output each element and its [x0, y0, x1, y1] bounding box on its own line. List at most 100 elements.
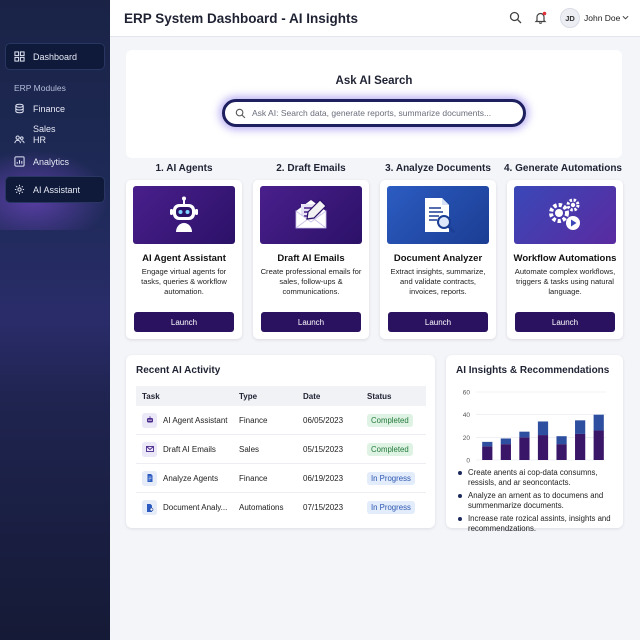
tool-name: AI Agent Assistant	[142, 253, 226, 264]
chart-bar-segment	[519, 431, 530, 438]
sidebar-item-label: Finance	[33, 103, 66, 114]
table-row[interactable]: Document Analy... Automations 07/15/2023…	[136, 493, 426, 522]
search-box[interactable]	[222, 99, 526, 127]
task-name: Document Analy...	[163, 503, 228, 512]
grid-icon	[14, 51, 25, 62]
activity-title: Recent AI Activity	[136, 365, 221, 376]
tool-card-agent-assistant: AI Agent Assistant Engage virtual agents…	[126, 180, 242, 339]
status-badge: Completed	[367, 413, 413, 427]
task-name: Analyze Agents	[163, 473, 219, 483]
y-tick-label: 60	[463, 390, 471, 397]
sidebar-item-label-sales: Sales	[33, 124, 56, 134]
tool-image	[260, 186, 362, 244]
recent-activity-card: Recent AI Activity Task Type Date Status…	[126, 355, 435, 528]
y-tick-label: 20	[463, 435, 471, 442]
chart-bar-segment	[482, 441, 493, 447]
launch-workflow-automations-button[interactable]: Launch	[515, 312, 615, 332]
document-search-icon	[425, 198, 455, 233]
finance-icon	[15, 103, 24, 114]
chart-bar-segment	[500, 438, 511, 445]
email-icon	[295, 199, 327, 229]
sidebar-item-label: Dashboard	[33, 51, 78, 62]
robot-icon	[170, 196, 198, 232]
column-header-date: Date	[303, 391, 321, 401]
search-title: Ask AI Search	[335, 75, 413, 87]
status-badge: Completed	[367, 442, 413, 456]
task-name: AI Agent Assistant	[163, 415, 228, 425]
tool-description: Automate complex workflows, triggers & t…	[514, 267, 616, 296]
analytics-icon	[14, 156, 25, 167]
chevron-down-icon[interactable]	[622, 14, 629, 21]
launch-document-analyzer-button[interactable]: Launch	[388, 312, 488, 332]
sidebar-item-ai-assistant[interactable]: AI Assistant	[5, 176, 105, 203]
chart-bar-segment	[593, 430, 604, 460]
sidebar-section-label: ERP Modules	[14, 83, 66, 93]
sidebar-item-sales-hr[interactable]: Sales HR	[14, 124, 56, 146]
chart-bar-segment	[537, 435, 549, 460]
table-row[interactable]: AI Agent Assistant Finance 06/05/2023 Co…	[136, 406, 426, 435]
main-content: Ask AI Search 1. AI Agents 2. Draft Emai…	[110, 37, 640, 640]
tool-name: Document Analyzer	[393, 253, 483, 264]
sidebar-item-finance[interactable]: Finance	[14, 103, 65, 114]
task-date: 06/19/2023	[303, 473, 344, 483]
table-row[interactable]: Draft AI Emails Sales 05/15/2023 Complet…	[136, 435, 426, 464]
page-title: ERP System Dashboard - AI Insights	[124, 11, 359, 26]
column-header-type: Type	[239, 391, 258, 401]
sidebar-item-dashboard[interactable]: Dashboard	[5, 43, 105, 70]
list-item: Analyze an arnent as to documens and sum…	[457, 491, 617, 510]
tool-name: Workflow Automations	[513, 253, 617, 264]
column-header-status: Status	[367, 391, 392, 401]
chart-bar-segment	[593, 414, 604, 431]
people-icon	[14, 135, 25, 143]
task-date: 07/15/2023	[303, 503, 344, 512]
task-type: Finance	[239, 415, 268, 425]
sidebar-item-label: AI Assistant	[33, 184, 81, 195]
chart-bar-segment	[575, 433, 586, 460]
y-tick-label: 40	[463, 412, 471, 419]
launch-draft-emails-button[interactable]: Launch	[261, 312, 361, 332]
search-icon	[235, 108, 246, 118]
ask-ai-search-card: Ask AI Search	[126, 50, 622, 158]
status-badge: In Progress	[367, 501, 415, 514]
table-row[interactable]: Analyze Agents Finance 06/19/2023 In Pro…	[136, 464, 426, 493]
bell-icon[interactable]	[534, 11, 547, 24]
chart-bar-segment	[556, 444, 567, 460]
tool-description: Engage virtual agents for tasks, queries…	[141, 267, 227, 296]
insights-title: AI Insights & Recommendations	[456, 365, 610, 376]
launch-agent-assistant-button[interactable]: Launch	[134, 312, 234, 332]
sidebar-item-label-hr: HR	[33, 135, 46, 145]
tool-description: Create professional emails for sales, fo…	[260, 267, 362, 296]
search-icon[interactable]	[509, 11, 522, 24]
task-type: Finance	[239, 473, 268, 483]
chart-bar-segment	[537, 421, 549, 436]
task-type: Automations	[239, 503, 284, 512]
activity-table: Task Type Date Status AI Agent Assistant…	[136, 386, 426, 522]
step-title-agents: 1. AI Agents	[155, 163, 213, 174]
avatar[interactable]: JD	[560, 8, 580, 28]
user-name[interactable]: John Doe	[584, 13, 620, 23]
tool-image	[514, 186, 616, 244]
list-item: Increase rate rozical assints, insights …	[457, 514, 617, 533]
gear-icon	[14, 184, 25, 195]
ai-insights-card: AI Insights & Recommendations 0 20 40 60 Cr…	[446, 355, 623, 533]
sidebar: Dashboard ERP Modules Finance Sales HR A…	[0, 0, 110, 640]
tool-name: Draft AI Emails	[277, 253, 345, 264]
sidebar-item-analytics[interactable]: Analytics	[14, 156, 69, 167]
column-header-task: Task	[142, 391, 160, 401]
email-icon	[142, 441, 157, 457]
gears-play-icon	[549, 198, 580, 230]
tool-card-draft-emails: Draft AI Emails Create professional emai…	[253, 180, 369, 339]
tool-image	[387, 186, 489, 244]
ask-ai-search-input[interactable]	[252, 108, 512, 118]
chart-bar-segment	[556, 436, 567, 445]
robot-icon	[142, 412, 157, 428]
sidebar-item-label: Analytics	[33, 156, 70, 167]
task-type: Sales	[239, 444, 260, 454]
insights-bar-chart: 0 20 40 60	[463, 390, 606, 465]
task-date: 05/15/2023	[303, 444, 344, 454]
top-header: ERP System Dashboard - AI Insights JD Jo…	[110, 0, 640, 37]
chart-bar-segment	[482, 446, 493, 460]
tool-card-document-analyzer: Document Analyzer Extract insights, summ…	[380, 180, 496, 339]
tool-image	[133, 186, 235, 244]
insights-list: Create anents ai cop-data consumns, ress…	[457, 468, 617, 537]
